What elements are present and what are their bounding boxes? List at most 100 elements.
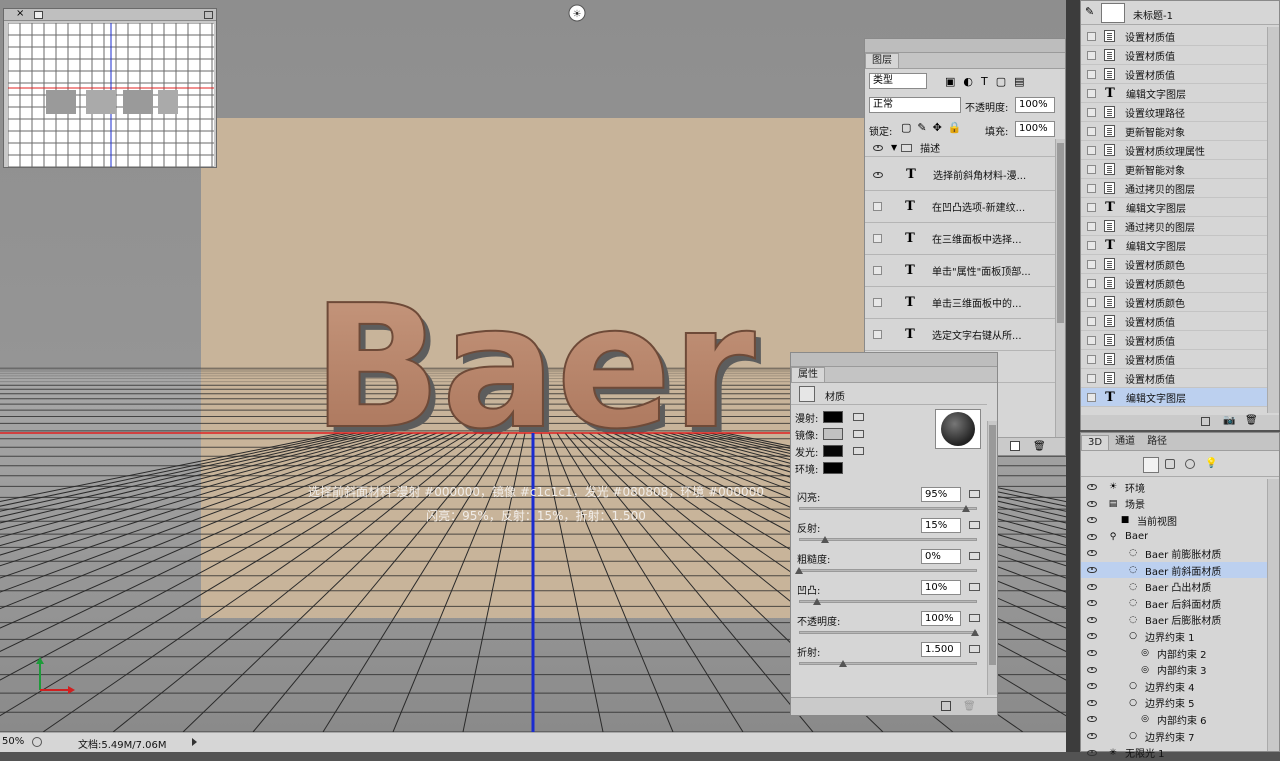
layer-filter-select[interactable]: 类型 [869,73,927,89]
eye-icon[interactable] [1087,567,1097,573]
history-item[interactable]: 设置材质值 [1081,46,1267,65]
whole-scene-icon[interactable] [1143,457,1159,473]
tab-threed-2[interactable]: 路径 [1141,435,1173,450]
slider-folder-icon[interactable] [969,583,980,591]
history-item[interactable]: 设置纹理路径 [1081,103,1267,122]
scene-item[interactable]: ◎ 内部约束 2 [1081,645,1267,661]
delete-layer-icon[interactable]: 🗑 [1033,441,1046,452]
eye-icon[interactable] [1087,749,1097,756]
lock-icons[interactable]: ▢✎✥🔒 [901,121,968,134]
history-brush-source[interactable] [1087,107,1096,117]
history-item[interactable]: 通过拷贝的图层 [1081,217,1267,236]
layers-scrollbar[interactable] [1055,139,1065,439]
eye-icon[interactable] [1087,517,1097,524]
tab-threed-0[interactable]: 3D [1081,435,1110,450]
slider-folder-icon[interactable] [969,490,980,498]
material-preview-ball[interactable] [935,409,981,449]
history-brush-source[interactable] [1087,145,1096,155]
tab-threed-1[interactable]: 通道 [1109,435,1141,450]
scene-item[interactable]: ○ 边界约束 1 [1081,628,1267,644]
new-layer-icon[interactable] [1010,441,1020,451]
slider-thumb[interactable] [795,567,803,574]
history-item[interactable]: 更新智能对象 [1081,122,1267,141]
filter-icons[interactable]: ▣◐T▢▤ [945,75,1033,88]
specular-swatch[interactable] [823,428,843,440]
threed-scrollbar[interactable] [1267,479,1279,751]
scene-item[interactable]: ⚲ Baer [1081,529,1267,545]
scene-item[interactable]: ○ 边界约束 5 [1081,695,1267,711]
scene-item[interactable]: ◌ Baer 前斜面材质 [1081,562,1267,578]
history-item[interactable]: 设置材质颜色 [1081,274,1267,293]
scene-item[interactable]: ◌ Baer 后膨胀材质 [1081,612,1267,628]
slider-value-input[interactable]: 10% [921,580,961,595]
history-brush-source[interactable] [1087,392,1096,402]
fill-input[interactable]: 100% [1015,121,1055,137]
collapse-icon[interactable]: ▼ [891,143,897,152]
history-delete-icon[interactable]: 🗑 [1245,415,1258,426]
slider-thumb[interactable] [971,629,979,636]
slider-value-input[interactable]: 1.500 [921,642,961,657]
history-item[interactable]: 设置材质值 [1081,331,1267,350]
specular-folder-icon[interactable] [853,430,864,438]
diffuse-swatch[interactable] [823,411,843,423]
slider-folder-icon[interactable] [969,645,980,653]
eye-icon[interactable] [1087,699,1097,706]
history-brush-source[interactable] [1087,202,1096,212]
tab-layers[interactable]: 图层 [865,53,899,68]
history-brush-source[interactable] [1087,240,1096,250]
zoom-level[interactable]: 50% [2,736,24,747]
scene-item[interactable]: ▤ 场景 [1081,496,1267,512]
scene-item[interactable]: ◌ Baer 前膨胀材质 [1081,545,1267,561]
slider-thumb[interactable] [962,505,970,512]
scene-item[interactable]: ○ 边界约束 7 [1081,728,1267,744]
history-brush-source[interactable] [1087,221,1096,231]
scene-item[interactable]: ○ 边界约束 4 [1081,678,1267,694]
status-arrow-icon[interactable] [192,738,197,746]
history-item[interactable]: 设置材质颜色 [1081,255,1267,274]
history-brush-source[interactable] [1087,164,1096,174]
scene-item[interactable]: ◎ 内部约束 3 [1081,662,1267,678]
slider-track[interactable] [799,631,977,634]
history-item[interactable]: 通过拷贝的图层 [1081,179,1267,198]
eye-icon[interactable] [1087,550,1097,557]
slider-value-input[interactable]: 100% [921,611,961,626]
history-scrollbar[interactable] [1267,27,1279,413]
history-item[interactable]: 设置材质值 [1081,369,1267,388]
scene-item[interactable]: ■ 当前视图 [1081,512,1267,528]
slider-value-input[interactable]: 95% [921,487,961,502]
properties-scrollbar[interactable] [987,421,997,695]
history-brush-source[interactable] [1087,373,1096,383]
scene-item[interactable]: ✳ 无限光 1 [1081,745,1267,761]
history-item[interactable]: 设置材质值 [1081,312,1267,331]
slider-folder-icon[interactable] [969,552,980,560]
eye-icon[interactable] [1087,533,1097,540]
diffuse-folder-icon[interactable] [853,413,864,421]
history-brush-source[interactable] [1087,354,1096,364]
eye-icon[interactable] [1087,500,1097,507]
blend-mode-select[interactable]: 正常 [869,97,961,113]
camera-icon[interactable]: 📷 [1223,415,1235,426]
layer-row[interactable]: T 选定文字右键从所... [865,319,1055,351]
materials-icon[interactable] [1185,459,1195,469]
history-item[interactable]: 设置材质值 [1081,65,1267,84]
slider-track[interactable] [799,600,977,603]
opacity-input[interactable]: 100% [1015,97,1055,113]
scene-item[interactable]: ◎ 内部约束 6 [1081,711,1267,727]
history-item[interactable]: 设置材质值 [1081,350,1267,369]
eye-icon[interactable] [873,144,883,151]
visibility-toggle[interactable] [873,266,882,275]
layer-row[interactable]: T 在凹凸选项-新建纹... [865,191,1055,223]
history-item[interactable]: T 编辑文字图层 [1081,198,1267,217]
history-snapshot-row[interactable]: ✎ 未标题-1 [1081,1,1279,25]
scene-item[interactable]: ◌ Baer 后斜面材质 [1081,595,1267,611]
properties-action-icon[interactable] [941,701,951,711]
layer-group-row[interactable]: ▼ 描述 [865,139,1055,157]
history-brush-source[interactable] [1087,297,1096,307]
illum-swatch[interactable] [823,445,843,457]
scene-item[interactable]: ☀ 环境 [1081,479,1267,495]
ambient-swatch[interactable] [823,462,843,474]
history-item[interactable]: 更新智能对象 [1081,160,1267,179]
slider-thumb[interactable] [813,598,821,605]
layer-row[interactable]: T 选择前斜角材料-漫... [865,159,1055,191]
history-item[interactable]: 设置材质颜色 [1081,293,1267,312]
